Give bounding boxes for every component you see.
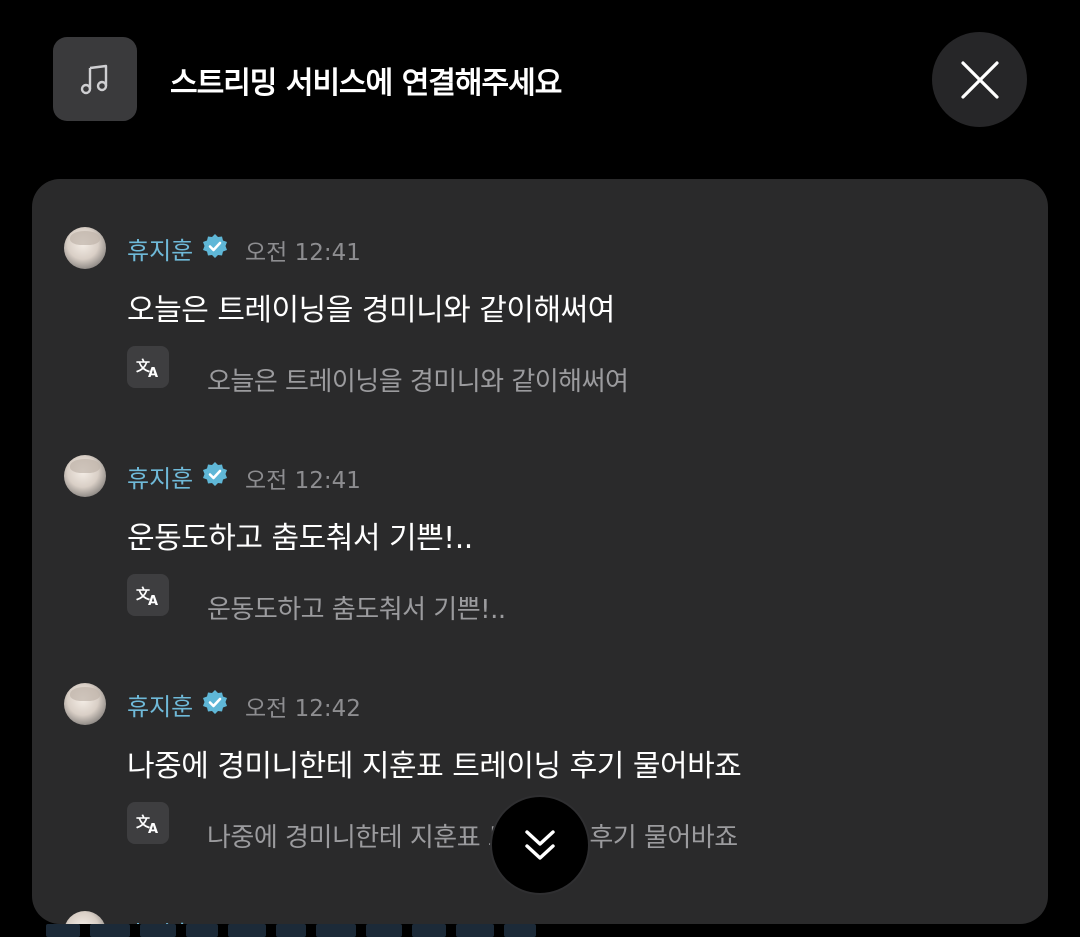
chat-message-partial: 휴지훈 bbox=[32, 909, 1048, 924]
message-text[interactable]: 나중에 경미니한테 지훈표 트레이닝 후기 물어바죠 bbox=[127, 741, 742, 785]
music-note-icon bbox=[80, 64, 108, 95]
message-timestamp: 오전 12:42 bbox=[245, 696, 361, 722]
author-name[interactable]: 휴지훈 bbox=[127, 687, 193, 722]
author-name[interactable]: 휴지훈 bbox=[127, 231, 193, 266]
translate-icon[interactable]: 文 A bbox=[127, 574, 169, 616]
translated-text: 오늘은 트레이닝을 경미니와 같이해써여 bbox=[207, 367, 629, 397]
bottom-thumbnail-strip bbox=[46, 924, 1036, 937]
avatar[interactable] bbox=[64, 683, 106, 725]
translated-text: 나중에 경미니한테 지훈표 트레이닝 후기 물어바죠 bbox=[207, 823, 738, 853]
music-button[interactable] bbox=[53, 37, 137, 121]
author-name[interactable]: 휴지훈 bbox=[127, 459, 193, 494]
avatar[interactable] bbox=[64, 455, 106, 497]
chat-message: 휴지훈 오전 12:41 오늘은 트레이닝을 경미니와 같이해써여 文 A 오늘… bbox=[32, 179, 1048, 397]
translate-icon[interactable]: 文 A bbox=[127, 346, 169, 388]
verified-badge-icon bbox=[203, 234, 227, 258]
avatar[interactable] bbox=[64, 227, 106, 269]
message-text[interactable]: 운동도하고 춤도춰서 기쁜!.. bbox=[127, 513, 473, 557]
svg-text:A: A bbox=[148, 594, 158, 609]
svg-text:A: A bbox=[148, 822, 158, 837]
svg-text:A: A bbox=[148, 366, 158, 381]
close-button[interactable] bbox=[932, 32, 1027, 127]
scroll-to-bottom-button[interactable] bbox=[490, 795, 590, 895]
verified-badge-icon bbox=[203, 462, 227, 486]
translated-text: 운동도하고 춤도춰서 기쁜!.. bbox=[207, 595, 506, 625]
message-timestamp: 오전 12:41 bbox=[245, 468, 361, 494]
chat-message: 휴지훈 오전 12:41 운동도하고 춤도춰서 기쁜!.. 文 A 운동도하고 … bbox=[32, 407, 1048, 625]
double-chevron-down-icon bbox=[525, 830, 555, 860]
verified-badge-icon bbox=[203, 690, 227, 714]
message-timestamp: 오전 12:41 bbox=[245, 240, 361, 266]
translate-glyph-icon: 文 A bbox=[136, 358, 158, 381]
header: 스트리밍 서비스에 연결해주세요 bbox=[0, 0, 1080, 160]
translate-glyph-icon: 文 A bbox=[136, 814, 158, 837]
message-text[interactable]: 오늘은 트레이닝을 경미니와 같이해써여 bbox=[127, 285, 615, 329]
avatar[interactable] bbox=[64, 911, 106, 924]
author-name[interactable]: 휴지훈 bbox=[127, 915, 193, 924]
translate-icon[interactable]: 文 A bbox=[127, 802, 169, 844]
translate-glyph-icon: 文 A bbox=[136, 586, 158, 609]
streaming-connect-title[interactable]: 스트리밍 서비스에 연결해주세요 bbox=[170, 58, 562, 102]
close-icon bbox=[960, 60, 999, 99]
